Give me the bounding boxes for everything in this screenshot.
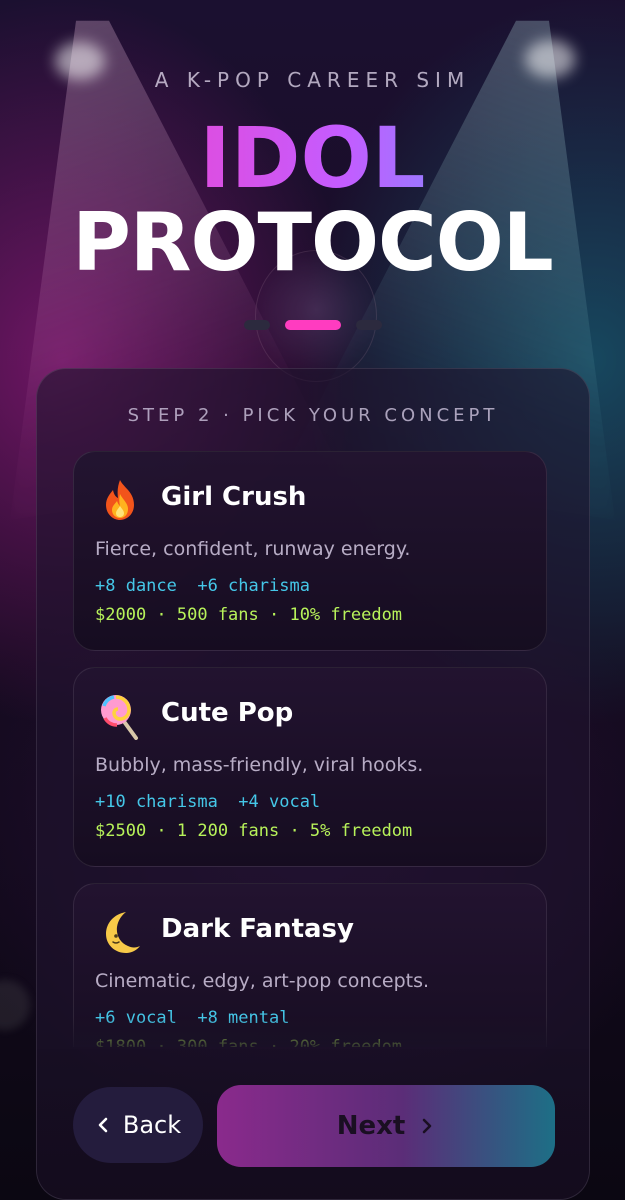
step-2-dot-active — [285, 320, 341, 330]
concept-panel: STEP 2 · PICK YOUR CONCEPT Girl Crush Fi… — [36, 368, 590, 1200]
concept-description: Cinematic, edgy, art-pop concepts. — [95, 970, 430, 992]
chevron-left-icon — [95, 1117, 111, 1133]
concept-name: Girl Crush — [161, 482, 307, 512]
step-1-dot — [244, 320, 270, 330]
screen: A K-POP CAREER SIM IDOL PROTOCOL STEP 2 … — [0, 0, 625, 1200]
concept-cost-fans-freedom: $2000 · 500 fans · 10% freedom — [95, 605, 403, 625]
next-button[interactable]: Next — [217, 1085, 555, 1167]
concept-name: Cute Pop — [161, 698, 294, 728]
step-label: STEP 2 · PICK YOUR CONCEPT — [127, 405, 499, 426]
next-button-label: Next — [336, 1111, 406, 1141]
back-button-label: Back — [122, 1111, 182, 1139]
step-3-dot — [356, 320, 382, 330]
concept-stat-bonuses: +8 dance +6 charisma — [95, 576, 310, 596]
concept-stat-bonuses: +10 charisma +4 vocal — [95, 792, 321, 812]
lollipop-icon — [96, 692, 144, 740]
back-button[interactable]: Back — [73, 1087, 203, 1163]
concept-cost-fans-freedom: $2500 · 1 200 fans · 5% freedom — [95, 821, 413, 841]
chevron-right-icon — [419, 1118, 435, 1134]
concept-stat-bonuses: +6 vocal +8 mental — [95, 1008, 290, 1028]
concept-card-dark-fantasy[interactable]: Dark Fantasy Cinematic, edgy, art-pop co… — [73, 883, 547, 1047]
concept-description: Bubbly, mass-friendly, viral hooks. — [95, 754, 424, 776]
concept-card-girl-crush[interactable]: Girl Crush Fierce, confident, runway ene… — [73, 451, 547, 651]
concept-card-cute-pop[interactable]: Cute Pop Bubbly, mass-friendly, viral ho… — [73, 667, 547, 867]
concept-cost-fans-freedom: $1800 · 300 fans · 20% freedom — [95, 1037, 403, 1047]
concept-description: Fierce, confident, runway energy. — [95, 538, 411, 560]
game-title-line-2: PROTOCOL — [72, 196, 554, 289]
crescent-moon-icon — [96, 908, 144, 956]
fire-icon — [96, 476, 144, 524]
step-progress-indicator — [0, 320, 625, 330]
concept-list[interactable]: Girl Crush Fierce, confident, runway ene… — [73, 451, 547, 1047]
game-subtitle: A K-POP CAREER SIM — [154, 68, 471, 92]
concept-name: Dark Fantasy — [161, 914, 354, 944]
